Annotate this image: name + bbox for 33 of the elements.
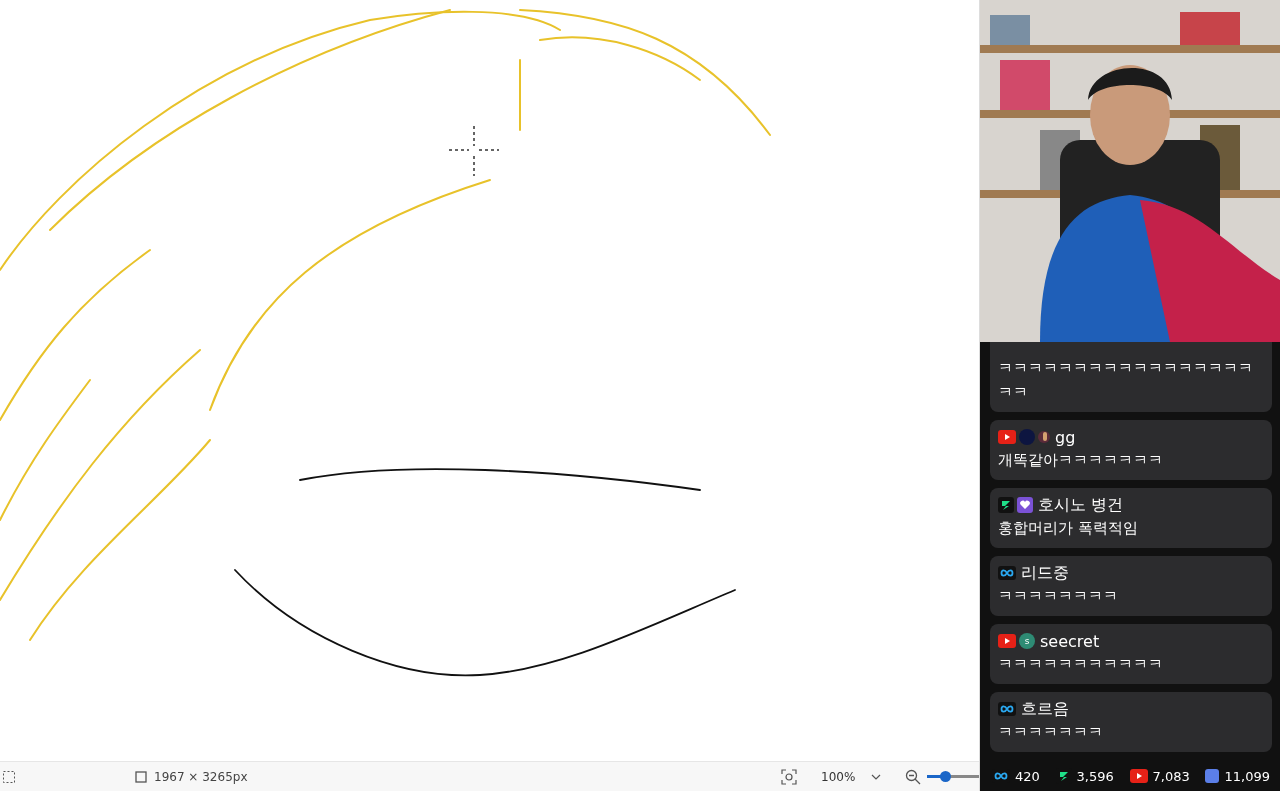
chat-username: 흐르음 (1021, 698, 1069, 720)
chat-message-text: 홍합머리가 폭력적임 (998, 518, 1139, 539)
crop-icon (134, 769, 148, 784)
caret-icon (871, 773, 881, 780)
avatar-icon: s (1019, 633, 1035, 649)
platform-icon (1205, 769, 1220, 783)
viewer-count: 3,596 (1076, 768, 1114, 784)
video-platform-icon (1129, 769, 1148, 783)
video-platform-icon (998, 634, 1016, 648)
chat-message-text: ㅋㅋㅋㅋㅋㅋㅋ (998, 722, 1104, 743)
viewer-count: 11,099 (1224, 768, 1270, 784)
viewer-count: 7,083 (1152, 768, 1190, 784)
image-dimensions: 1967 × 3265px (154, 769, 248, 784)
chat-username: seecret (1040, 631, 1100, 651)
screenshot-icon[interactable] (781, 768, 797, 785)
selection-icon[interactable] (2, 769, 16, 784)
viewer-count: 420 (1015, 768, 1040, 784)
infinity-icon (992, 769, 1010, 783)
zoom-out-icon[interactable] (905, 768, 921, 785)
infinity-icon (998, 702, 1016, 716)
lightning-icon (998, 497, 1014, 513)
sticker-icon (1038, 429, 1050, 445)
crosshair-icon (449, 126, 499, 176)
chat-username: 리드중 (1021, 562, 1069, 584)
chat-username: 호시노 병건 (1038, 494, 1124, 516)
video-platform-icon (998, 430, 1016, 444)
chat-message-text: ㅋㅋㅋㅋㅋㅋㅋㅋㅋㅋㅋㅋㅋㅋㅋㅋㅋㅋㅋ (998, 358, 1254, 403)
chat-message-text: ㅋㅋㅋㅋㅋㅋㅋㅋ (998, 586, 1119, 607)
zoom-slider[interactable] (927, 770, 979, 783)
chat-message-text: ㅋㅋㅋㅋㅋㅋㅋㅋㅋㅋㅋ (998, 654, 1164, 675)
infinity-icon (998, 566, 1016, 580)
chat-username: gg (1055, 427, 1076, 447)
chat-message-text: 개똑같아ㅋㅋㅋㅋㅋㅋㅋ (998, 450, 1164, 471)
